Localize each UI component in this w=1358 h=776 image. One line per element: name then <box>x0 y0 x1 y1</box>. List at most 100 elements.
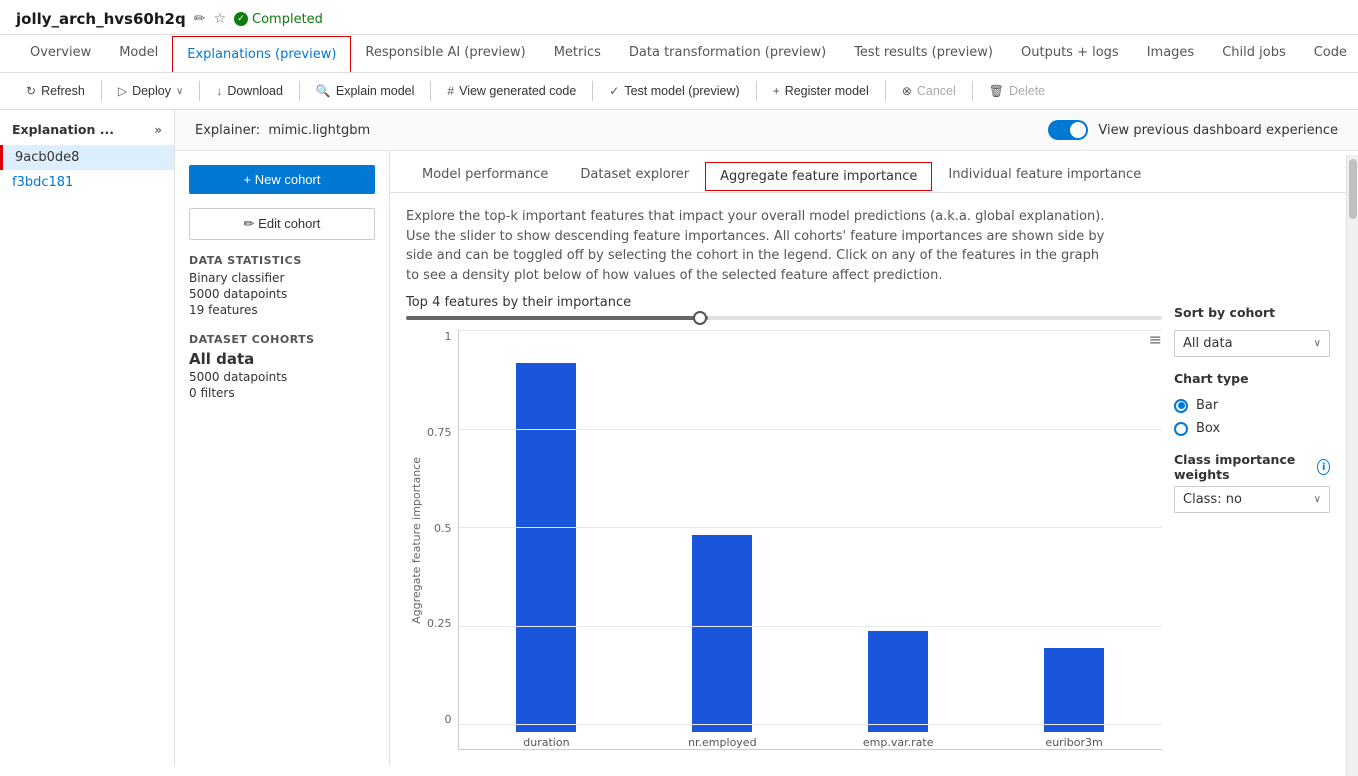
cohort-filters: 0 filters <box>189 386 375 400</box>
tab-child-jobs[interactable]: Child jobs <box>1208 35 1300 72</box>
y-axis-label: Aggregate feature importance <box>406 457 427 624</box>
delete-button[interactable]: 🗑 Delete <box>979 79 1055 103</box>
explainer-bar: Explainer: mimic.lightgbm View previous … <box>175 110 1358 151</box>
tab-model-performance[interactable]: Model performance <box>406 159 564 192</box>
toolbar-sep-3 <box>299 81 300 101</box>
radio-box[interactable]: Box <box>1174 419 1330 438</box>
tab-aggregate-feature-importance[interactable]: Aggregate feature importance <box>705 162 932 191</box>
download-icon: ↓ <box>216 84 222 98</box>
main-area: Explanation ... » 9acb0de8 f3bdc181 Expl… <box>0 110 1358 766</box>
new-cohort-button[interactable]: + New cohort <box>189 165 375 194</box>
radio-box-circle[interactable] <box>1174 422 1188 436</box>
slider-container <box>406 316 1162 320</box>
cancel-button[interactable]: ⊗ Cancel <box>892 79 966 103</box>
class-importance-chevron-icon: ∨ <box>1314 494 1321 505</box>
delete-icon: 🗑 <box>989 84 1004 98</box>
chart-main: Top 4 features by their importance ≡ Agg <box>406 295 1162 750</box>
sidebar-item-f3bdc181[interactable]: f3bdc181 <box>0 170 174 195</box>
bar-label-euribor3m: euribor3m <box>1045 736 1102 749</box>
collapse-sidebar-icon[interactable]: » <box>154 123 162 137</box>
refresh-icon: ↻ <box>26 84 36 98</box>
tab-metrics[interactable]: Metrics <box>540 35 615 72</box>
test-icon: ✓ <box>609 84 619 98</box>
sort-by-cohort-group: Sort by cohort All data ∨ <box>1174 305 1330 357</box>
dashboard-toggle[interactable] <box>1048 120 1088 140</box>
toolbar-sep-7 <box>885 81 886 101</box>
tab-data-transformation[interactable]: Data transformation (preview) <box>615 35 840 72</box>
explainer-text: Explainer: mimic.lightgbm <box>195 123 370 138</box>
view-code-button[interactable]: # View generated code <box>437 79 586 103</box>
edit-cohort-button[interactable]: ✏ Edit cohort <box>189 208 375 240</box>
datapoints-count: 5000 datapoints <box>189 287 375 301</box>
class-importance-select[interactable]: Class: no ∨ <box>1174 486 1330 513</box>
cancel-icon: ⊗ <box>902 84 912 98</box>
radio-bar-circle[interactable] <box>1174 399 1188 413</box>
chart-type-label: Chart type <box>1174 371 1330 386</box>
register-model-button[interactable]: + Register model <box>763 79 879 103</box>
star-icon[interactable]: ☆ <box>213 11 226 27</box>
classifier-type: Binary classifier <box>189 271 375 285</box>
left-panel: + New cohort ✏ Edit cohort DATA STATISTI… <box>175 151 390 766</box>
tab-overview[interactable]: Overview <box>16 35 105 72</box>
chart-top-label: Top 4 features by their importance <box>406 295 1162 310</box>
code-icon: # <box>447 84 454 98</box>
tab-test-results[interactable]: Test results (preview) <box>840 35 1007 72</box>
nav-tabs: Overview Model Explanations (preview) Re… <box>0 35 1358 73</box>
test-model-button[interactable]: ✓ Test model (preview) <box>599 79 749 103</box>
dataset-cohorts-section: DATASET COHORTS All data 5000 datapoints… <box>189 333 375 402</box>
feature-slider[interactable] <box>406 316 1162 320</box>
edit-icon[interactable]: ✏ <box>194 11 206 27</box>
toolbar-sep-1 <box>101 81 102 101</box>
content-panels: + New cohort ✏ Edit cohort DATA STATISTI… <box>175 151 1358 766</box>
tab-dataset-explorer[interactable]: Dataset explorer <box>564 159 705 192</box>
tab-model[interactable]: Model <box>105 35 172 72</box>
chart-section: Top 4 features by their importance ≡ Agg <box>390 295 1358 766</box>
grid-line-4 <box>459 626 1163 627</box>
tab-outputs-logs[interactable]: Outputs + logs <box>1007 35 1133 72</box>
grid-line-1 <box>459 330 1163 331</box>
radio-bar[interactable]: Bar <box>1174 396 1330 415</box>
data-statistics-title: DATA STATISTICS <box>189 254 375 267</box>
sort-by-cohort-value: All data <box>1183 336 1233 351</box>
class-importance-header: Class importance weights i <box>1174 452 1330 482</box>
job-name: jolly_arch_hvs60h2q <box>16 10 186 28</box>
deploy-button[interactable]: ▷ Deploy ∨ <box>108 79 193 103</box>
y-axis-labels: 1 0.75 0.5 0.25 0 <box>427 330 458 750</box>
toolbar-sep-8 <box>972 81 973 101</box>
chart-controls: Sort by cohort All data ∨ Chart type Bar <box>1162 295 1342 750</box>
scrollbar[interactable] <box>1346 155 1358 776</box>
explain-icon: 🔍 <box>316 84 331 98</box>
tab-individual-feature-importance[interactable]: Individual feature importance <box>932 159 1157 192</box>
tab-explanations[interactable]: Explanations (preview) <box>172 36 351 72</box>
slider-thumb[interactable] <box>693 311 707 325</box>
status-dot <box>234 12 248 26</box>
toolbar-sep-6 <box>756 81 757 101</box>
radio-box-label: Box <box>1196 421 1220 436</box>
explain-model-button[interactable]: 🔍 Explain model <box>306 79 424 103</box>
refresh-button[interactable]: ↻ Refresh <box>16 79 95 103</box>
bar-label-emp-var-rate: emp.var.rate <box>863 736 934 749</box>
toggle-area: View previous dashboard experience <box>1048 120 1338 140</box>
tab-code[interactable]: Code <box>1300 35 1358 72</box>
dataset-cohorts-title: DATASET COHORTS <box>189 333 375 346</box>
tab-images[interactable]: Images <box>1133 35 1209 72</box>
toolbar-sep-5 <box>592 81 593 101</box>
class-importance-value: Class: no <box>1183 492 1242 507</box>
download-button[interactable]: ↓ Download <box>206 79 293 103</box>
y-label-05: 0.5 <box>427 522 452 535</box>
toolbar-sep-2 <box>199 81 200 101</box>
sort-by-cohort-select[interactable]: All data ∨ <box>1174 330 1330 357</box>
description-text: Explore the top-k important features tha… <box>390 193 1130 295</box>
toolbar: ↻ Refresh ▷ Deploy ∨ ↓ Download 🔍 Explai… <box>0 73 1358 110</box>
status-label: Completed <box>252 12 323 27</box>
toggle-label: View previous dashboard experience <box>1098 123 1338 138</box>
class-importance-info-icon[interactable]: i <box>1317 459 1330 475</box>
cohort-datapoints: 5000 datapoints <box>189 370 375 384</box>
chart-wrapper: ≡ Aggregate feature importance 1 0.75 0.… <box>406 330 1162 750</box>
grid-line-3 <box>459 527 1163 528</box>
data-statistics-section: DATA STATISTICS Binary classifier 5000 d… <box>189 254 375 319</box>
y-label-075: 0.75 <box>427 426 452 439</box>
sidebar-item-9acb0de8[interactable]: 9acb0de8 <box>0 145 174 170</box>
chart-type-group: Chart type Bar Box <box>1174 371 1330 438</box>
tab-responsible-ai[interactable]: Responsible AI (preview) <box>351 35 539 72</box>
